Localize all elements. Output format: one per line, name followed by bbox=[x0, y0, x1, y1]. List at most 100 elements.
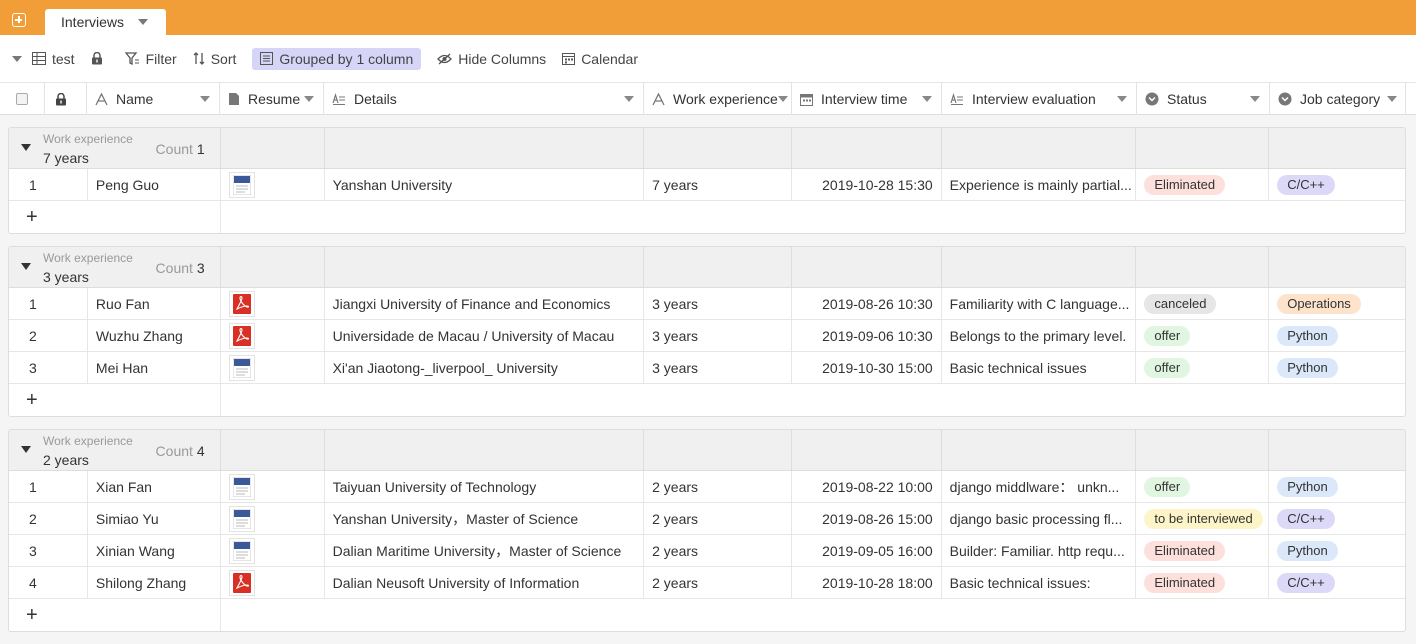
job-category-cell[interactable]: Python bbox=[1269, 535, 1405, 567]
job-category-cell[interactable]: Python bbox=[1269, 320, 1405, 352]
chevron-down-icon[interactable] bbox=[304, 96, 314, 102]
interview-time-cell[interactable]: 2019-08-22 10:00 bbox=[792, 471, 942, 503]
work-experience-cell[interactable]: 2 years bbox=[644, 471, 792, 503]
interview-evaluation-cell[interactable]: django middlware： unkn... bbox=[942, 471, 1137, 503]
interview-time-cell[interactable]: 2019-09-06 10:30 bbox=[792, 320, 942, 352]
job-category-cell[interactable]: Python bbox=[1269, 352, 1405, 384]
interview-time-cell[interactable]: 2019-08-26 10:30 bbox=[792, 288, 942, 320]
collapse-toggle-icon[interactable] bbox=[21, 263, 31, 270]
column-header-job-category[interactable]: Job category bbox=[1270, 83, 1406, 115]
table-row[interactable]: 1 Xian Fan Taiyuan University of Technolog… bbox=[9, 471, 1405, 503]
table-row[interactable]: 3 Xinian Wang Dalian Maritime University，M… bbox=[9, 535, 1405, 567]
column-header-status[interactable]: Status bbox=[1137, 83, 1270, 115]
filter-button[interactable]: Filter bbox=[124, 48, 177, 70]
status-cell[interactable]: Eliminated bbox=[1136, 169, 1270, 201]
details-cell[interactable]: Jiangxi University of Finance and Econom… bbox=[325, 288, 645, 320]
calendar-button[interactable]: Calendar bbox=[562, 48, 638, 70]
details-cell[interactable]: Universidade de Macau / University of Ma… bbox=[325, 320, 645, 352]
work-experience-cell[interactable]: 3 years bbox=[644, 352, 792, 384]
details-cell[interactable]: Taiyuan University of Technology bbox=[325, 471, 645, 503]
interview-time-cell[interactable]: 2019-10-28 18:00 bbox=[792, 567, 942, 599]
resume-cell[interactable] bbox=[221, 320, 325, 352]
work-experience-cell[interactable]: 3 years bbox=[644, 320, 792, 352]
resume-cell[interactable] bbox=[221, 352, 325, 384]
interview-evaluation-cell[interactable]: Basic technical issues: bbox=[942, 567, 1137, 599]
table-row[interactable]: 2 Wuzhu Zhang Universidade de Macau / Univ… bbox=[9, 320, 1405, 352]
job-category-cell[interactable]: Python bbox=[1269, 471, 1405, 503]
name-cell[interactable]: Peng Guo bbox=[88, 169, 221, 201]
hide-columns-button[interactable]: Hide Columns bbox=[437, 48, 546, 70]
interview-evaluation-cell[interactable]: Experience is mainly partial... bbox=[942, 169, 1137, 201]
resume-attachment[interactable] bbox=[228, 506, 255, 532]
name-cell[interactable]: Ruo Fan bbox=[88, 288, 221, 320]
resume-attachment[interactable] bbox=[228, 291, 255, 317]
status-cell[interactable]: Eliminated bbox=[1136, 567, 1270, 599]
interview-evaluation-cell[interactable]: django basic processing fl... bbox=[942, 503, 1137, 535]
chevron-down-icon[interactable] bbox=[1250, 96, 1260, 102]
chevron-down-icon[interactable] bbox=[138, 19, 149, 25]
resume-cell[interactable] bbox=[221, 503, 325, 535]
sort-button[interactable]: Sort bbox=[193, 48, 236, 70]
group-by-button[interactable]: Grouped by 1 column bbox=[252, 47, 422, 70]
tab-interviews[interactable]: Interviews bbox=[45, 9, 166, 35]
status-cell[interactable]: offer bbox=[1136, 320, 1270, 352]
work-experience-cell[interactable]: 7 years bbox=[644, 169, 792, 201]
chevron-down-icon[interactable] bbox=[1117, 96, 1127, 102]
status-cell[interactable]: Eliminated bbox=[1136, 535, 1270, 567]
collapse-toggle-icon[interactable] bbox=[21, 144, 31, 151]
add-record-button[interactable]: + bbox=[9, 384, 221, 416]
interview-time-cell[interactable]: 2019-09-05 16:00 bbox=[792, 535, 942, 567]
name-cell[interactable]: Wuzhu Zhang bbox=[88, 320, 221, 352]
name-cell[interactable]: Shilong Zhang bbox=[88, 567, 221, 599]
name-cell[interactable]: Simiao Yu bbox=[88, 503, 221, 535]
collapse-toggle-icon[interactable] bbox=[21, 446, 31, 453]
add-record-button[interactable]: + bbox=[9, 201, 221, 233]
status-cell[interactable]: canceled bbox=[1136, 288, 1270, 320]
table-row[interactable]: 2 Simiao Yu Yanshan University，Master of S… bbox=[9, 503, 1405, 535]
interview-evaluation-cell[interactable]: Familiarity with C language... bbox=[942, 288, 1137, 320]
details-cell[interactable]: Yanshan University，Master of Science bbox=[325, 503, 645, 535]
interview-time-cell[interactable]: 2019-10-28 15:30 bbox=[792, 169, 942, 201]
interview-time-cell[interactable]: 2019-10-30 15:00 bbox=[792, 352, 942, 384]
chevron-down-icon[interactable] bbox=[922, 96, 932, 102]
details-cell[interactable]: Dalian Maritime University，Master of Sci… bbox=[325, 535, 645, 567]
job-category-cell[interactable]: C/C++ bbox=[1269, 503, 1405, 535]
chevron-down-icon[interactable] bbox=[200, 96, 210, 102]
lock-button[interactable] bbox=[91, 48, 109, 70]
details-cell[interactable]: Xi'an Jiaotong-_liverpool_ University bbox=[325, 352, 645, 384]
lock-column-header[interactable] bbox=[45, 83, 87, 115]
column-header-details[interactable]: Details bbox=[324, 83, 644, 115]
interview-time-cell[interactable]: 2019-08-26 15:00 bbox=[792, 503, 942, 535]
name-cell[interactable]: Xian Fan bbox=[88, 471, 221, 503]
add-record-button[interactable]: + bbox=[9, 599, 221, 631]
interview-evaluation-cell[interactable]: Builder: Familiar. http requ... bbox=[942, 535, 1137, 567]
work-experience-cell[interactable]: 3 years bbox=[644, 288, 792, 320]
column-header-resume[interactable]: Resume bbox=[220, 83, 324, 115]
table-row[interactable]: 1 Ruo Fan Jiangxi University of Finance an… bbox=[9, 288, 1405, 320]
job-category-cell[interactable]: Operations bbox=[1269, 288, 1405, 320]
resume-attachment[interactable] bbox=[228, 570, 255, 596]
chevron-down-icon[interactable] bbox=[778, 96, 788, 102]
table-row[interactable]: 1 Peng Guo Yanshan University 7 years 2019-1… bbox=[9, 169, 1405, 201]
job-category-cell[interactable]: C/C++ bbox=[1269, 567, 1405, 599]
name-cell[interactable]: Xinian Wang bbox=[88, 535, 221, 567]
chevron-down-icon[interactable] bbox=[1387, 96, 1397, 102]
view-menu-caret-icon[interactable] bbox=[12, 55, 22, 62]
details-cell[interactable]: Yanshan University bbox=[325, 169, 645, 201]
resume-cell[interactable] bbox=[221, 471, 325, 503]
table-row[interactable]: 4 Shilong Zhang Dalian Neusoft University … bbox=[9, 567, 1405, 599]
resume-attachment[interactable] bbox=[228, 538, 255, 564]
status-cell[interactable]: offer bbox=[1136, 471, 1270, 503]
column-header-name[interactable]: Name bbox=[87, 83, 220, 115]
status-cell[interactable]: to be interviewed bbox=[1136, 503, 1270, 535]
resume-attachment[interactable] bbox=[228, 474, 255, 500]
column-header-work-experience[interactable]: Work experience bbox=[644, 83, 792, 115]
resume-cell[interactable] bbox=[221, 535, 325, 567]
select-all-checkbox[interactable] bbox=[0, 83, 45, 115]
table-row[interactable]: 3 Mei Han Xi'an Jiaotong-_liverpool_ Unive… bbox=[9, 352, 1405, 384]
job-category-cell[interactable]: C/C++ bbox=[1269, 169, 1405, 201]
work-experience-cell[interactable]: 2 years bbox=[644, 535, 792, 567]
status-cell[interactable]: offer bbox=[1136, 352, 1270, 384]
resume-attachment[interactable] bbox=[228, 172, 255, 198]
work-experience-cell[interactable]: 2 years bbox=[644, 567, 792, 599]
